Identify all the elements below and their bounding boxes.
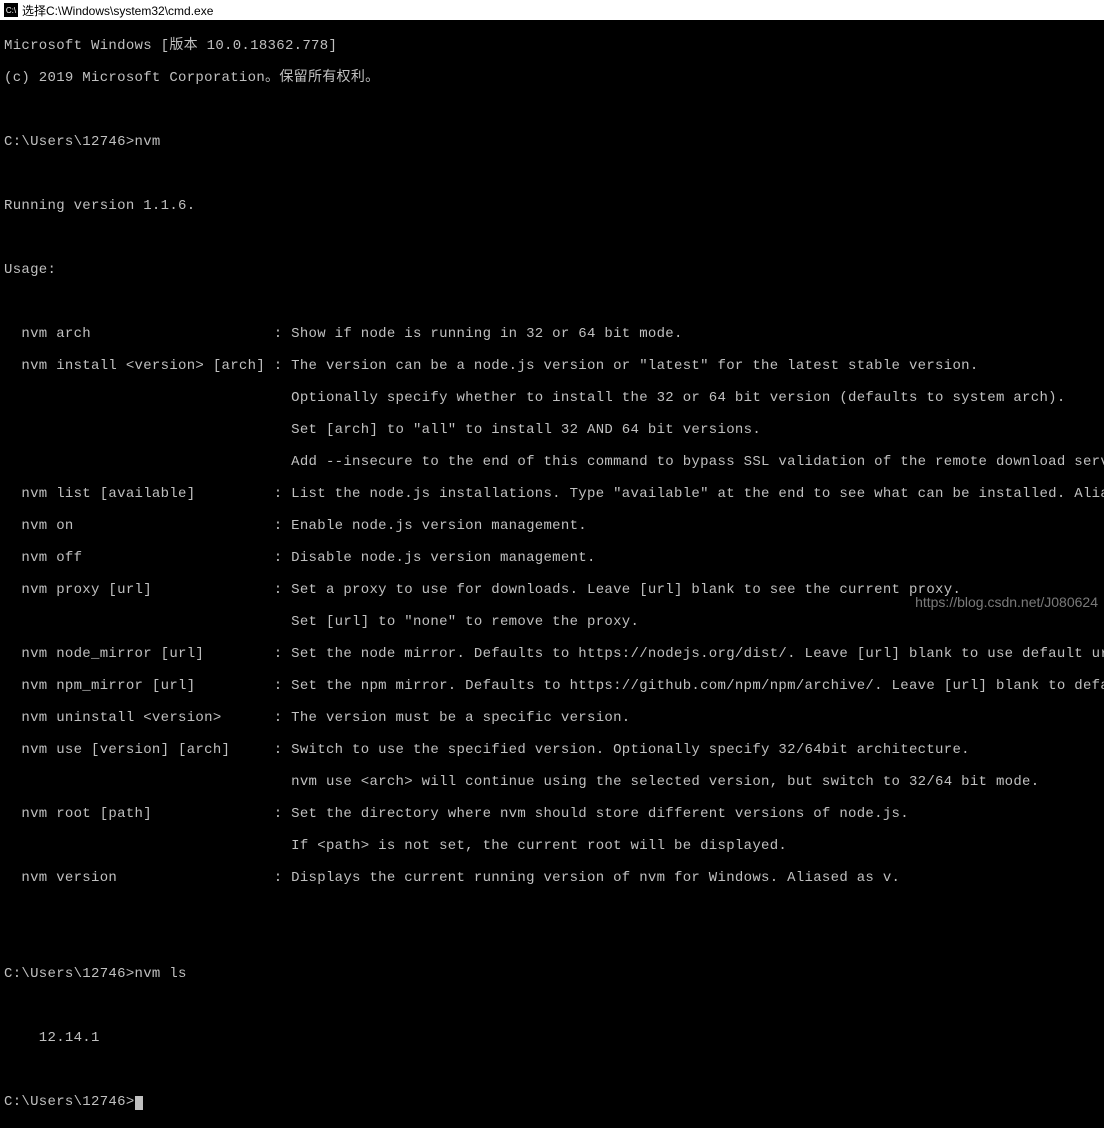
blank-line bbox=[4, 294, 1100, 310]
usage-line: nvm uninstall <version> : The version mu… bbox=[4, 710, 1100, 726]
usage-line: Optionally specify whether to install th… bbox=[4, 390, 1100, 406]
blank-line bbox=[4, 998, 1100, 1014]
usage-line: nvm root [path] : Set the directory wher… bbox=[4, 806, 1100, 822]
cursor-icon bbox=[135, 1096, 143, 1110]
prompt-path: C:\Users\12746> bbox=[4, 1094, 135, 1110]
usage-line: nvm node_mirror [url] : Set the node mir… bbox=[4, 646, 1100, 662]
blank-line bbox=[4, 102, 1100, 118]
running-version: Running version 1.1.6. bbox=[4, 198, 1100, 214]
prompt-path: C:\Users\12746> bbox=[4, 134, 135, 150]
prompt-line-3[interactable]: C:\Users\12746> bbox=[4, 1094, 1100, 1110]
command-text: nvm ls bbox=[135, 966, 187, 982]
blank-line bbox=[4, 902, 1100, 918]
ls-output: 12.14.1 bbox=[4, 1030, 1100, 1046]
cmd-icon: C:\ bbox=[4, 3, 18, 17]
header-line-1: Microsoft Windows [版本 10.0.18362.778] bbox=[4, 38, 1100, 54]
prompt-line-2: C:\Users\12746>nvm ls bbox=[4, 966, 1100, 982]
usage-line: nvm use [version] [arch] : Switch to use… bbox=[4, 742, 1100, 758]
usage-line: nvm on : Enable node.js version manageme… bbox=[4, 518, 1100, 534]
usage-line: Add --insecure to the end of this comman… bbox=[4, 454, 1100, 470]
usage-line: nvm version : Displays the current runni… bbox=[4, 870, 1100, 886]
blank-line bbox=[4, 230, 1100, 246]
usage-line: nvm install <version> [arch] : The versi… bbox=[4, 358, 1100, 374]
window-titlebar[interactable]: C:\ 选择C:\Windows\system32\cmd.exe bbox=[0, 0, 1104, 20]
usage-line: nvm list [available] : List the node.js … bbox=[4, 486, 1100, 502]
usage-line: If <path> is not set, the current root w… bbox=[4, 838, 1100, 854]
usage-line: nvm arch : Show if node is running in 32… bbox=[4, 326, 1100, 342]
usage-line: nvm off : Disable node.js version manage… bbox=[4, 550, 1100, 566]
blank-line bbox=[4, 1062, 1100, 1078]
usage-line: Set [url] to "none" to remove the proxy. bbox=[4, 614, 1100, 630]
prompt-line-1: C:\Users\12746>nvm bbox=[4, 134, 1100, 150]
usage-line: nvm npm_mirror [url] : Set the npm mirro… bbox=[4, 678, 1100, 694]
window-title: 选择C:\Windows\system32\cmd.exe bbox=[22, 2, 213, 19]
watermark-text: https://blog.csdn.net/J080624 bbox=[915, 594, 1098, 610]
prompt-path: C:\Users\12746> bbox=[4, 966, 135, 982]
terminal-output[interactable]: Microsoft Windows [版本 10.0.18362.778] (c… bbox=[0, 20, 1104, 1128]
usage-label: Usage: bbox=[4, 262, 1100, 278]
usage-line: nvm use <arch> will continue using the s… bbox=[4, 774, 1100, 790]
usage-line: Set [arch] to "all" to install 32 AND 64… bbox=[4, 422, 1100, 438]
command-text: nvm bbox=[135, 134, 161, 150]
blank-line bbox=[4, 934, 1100, 950]
blank-line bbox=[4, 166, 1100, 182]
header-line-2: (c) 2019 Microsoft Corporation。保留所有权利。 bbox=[4, 70, 1100, 86]
